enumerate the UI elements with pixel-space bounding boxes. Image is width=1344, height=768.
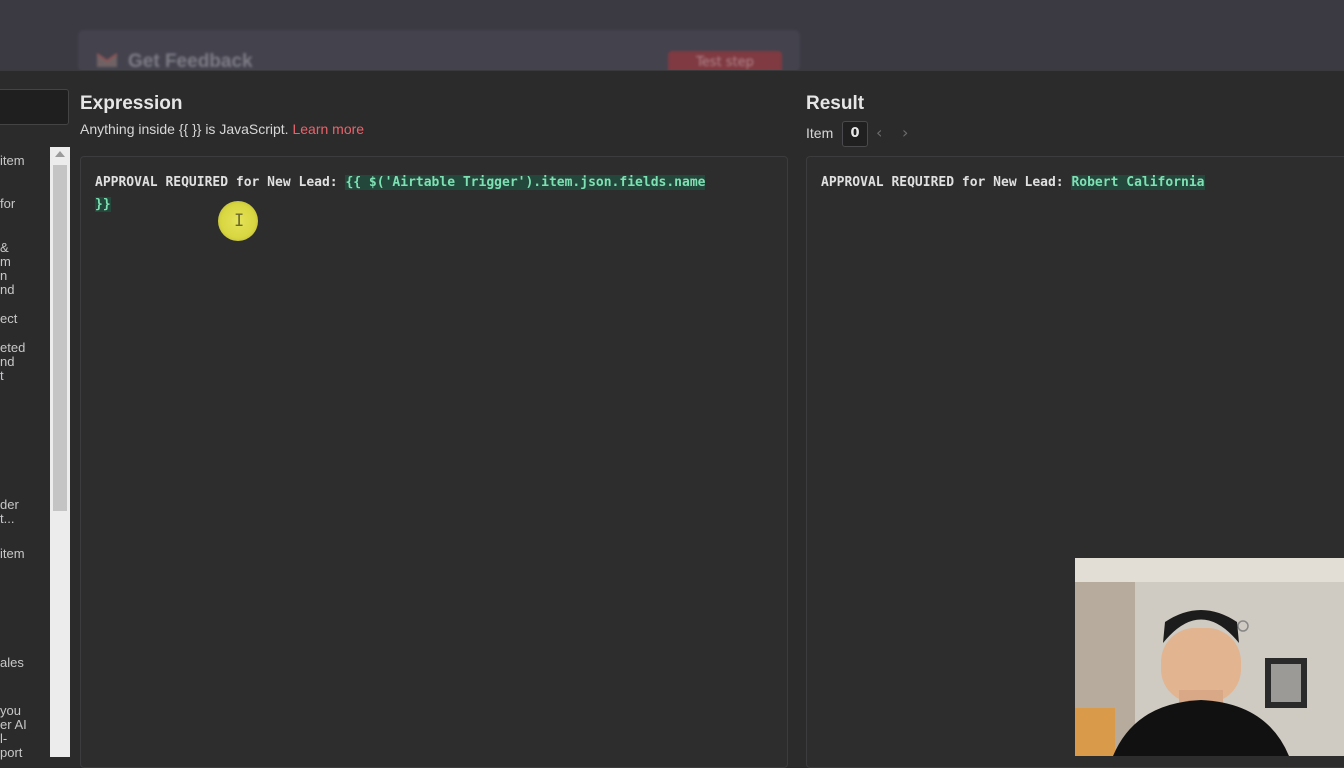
list-item[interactable]: for — [0, 197, 15, 211]
left-scrollbar[interactable] — [50, 147, 70, 757]
scroll-up-icon[interactable] — [55, 151, 65, 157]
gmail-icon — [96, 53, 118, 67]
webcam-overlay — [1075, 558, 1344, 756]
left-panel: item for & m n nd ect eted nd t der t...… — [0, 71, 70, 760]
list-item[interactable]: you — [0, 704, 21, 718]
list-item[interactable]: m — [0, 255, 11, 269]
list-item[interactable]: der — [0, 498, 19, 512]
scrollbar-thumb[interactable] — [53, 165, 67, 511]
expression-heading: Expression — [80, 93, 183, 114]
item-label: Item — [806, 125, 834, 141]
result-value: Robert California — [1071, 175, 1205, 190]
list-item[interactable]: ales — [0, 656, 24, 670]
expression-editor[interactable]: APPROVAL REQUIRED for New Lead: {{ $('Ai… — [80, 156, 788, 768]
presenter-video — [1075, 558, 1344, 756]
code-expression-close: }} — [95, 197, 111, 212]
chevron-right-icon[interactable]: › — [902, 123, 908, 142]
result-line-1: APPROVAL REQUIRED for New Lead: Robert C… — [821, 175, 1205, 190]
list-item[interactable]: nd — [0, 355, 14, 369]
learn-more-link[interactable]: Learn more — [292, 121, 364, 137]
expression-line-2: }} — [95, 197, 111, 212]
chevron-left-icon[interactable]: ‹ — [876, 123, 882, 142]
left-search-input[interactable] — [0, 89, 69, 125]
background-node: Get Feedback Test step — [78, 30, 800, 75]
text-cursor-icon: I — [234, 211, 245, 231]
code-expression: {{ $('Airtable Trigger').item.json.field… — [345, 175, 706, 190]
item-index-input[interactable]: 0 — [842, 121, 868, 147]
code-prefix: APPROVAL REQUIRED for New Lead: — [95, 175, 346, 190]
canvas-background: Get Feedback Test step — [0, 0, 1344, 75]
list-item[interactable]: nd — [0, 283, 14, 297]
mouse-cursor-highlight: I — [218, 201, 258, 241]
list-item[interactable]: & — [0, 241, 9, 255]
list-item[interactable]: t — [0, 369, 4, 383]
expression-line-1: APPROVAL REQUIRED for New Lead: {{ $('Ai… — [95, 175, 706, 190]
list-item[interactable]: n — [0, 269, 7, 283]
list-item[interactable]: er AI — [0, 718, 27, 732]
list-item[interactable]: t... — [0, 512, 14, 526]
result-prefix: APPROVAL REQUIRED for New Lead: — [821, 175, 1072, 190]
list-item[interactable]: eted — [0, 341, 25, 355]
list-item[interactable]: ect — [0, 312, 17, 326]
list-item[interactable]: item — [0, 547, 25, 561]
result-heading: Result — [806, 93, 865, 114]
list-item[interactable]: port — [0, 746, 22, 760]
list-item[interactable]: item — [0, 154, 25, 168]
list-item[interactable]: l- — [0, 732, 7, 746]
hint-text: Anything inside {{ }} is JavaScript. — [80, 121, 289, 137]
expression-hint: Anything inside {{ }} is JavaScript. Lea… — [80, 121, 364, 137]
